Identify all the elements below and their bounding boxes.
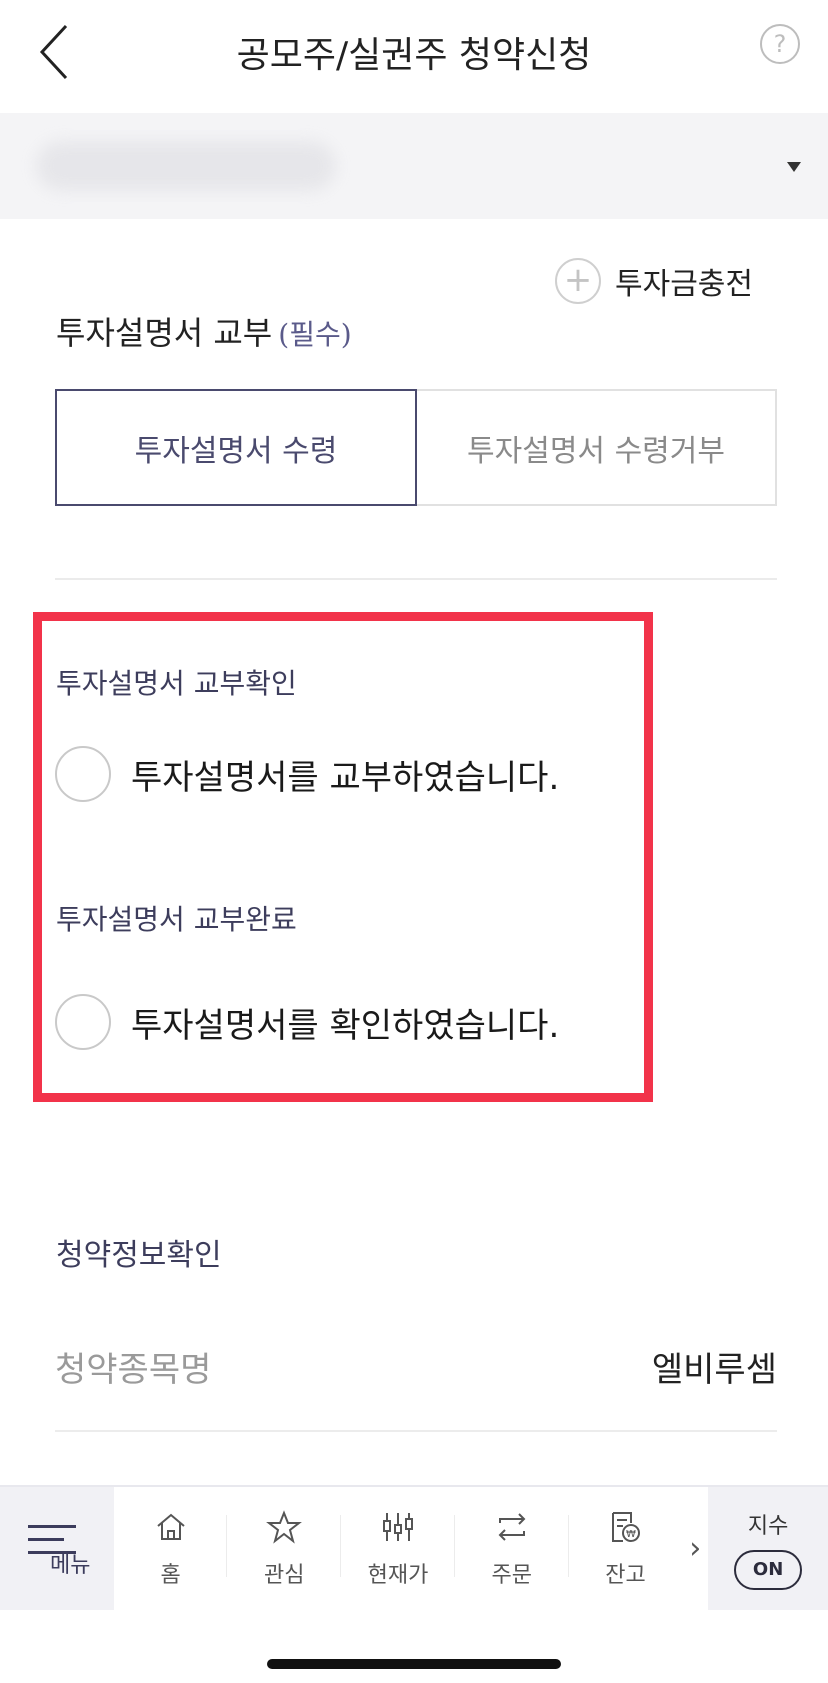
- index-label: 지수: [747, 1513, 789, 1539]
- tab-current-price[interactable]: 현재가: [341, 1487, 455, 1610]
- tab-balance-label: 잔고: [605, 1562, 646, 1588]
- tab-watchlist[interactable]: 관심: [227, 1487, 342, 1610]
- prospectus-section-title: 투자설명서 교부 (필수): [56, 308, 352, 354]
- tab-order-label: 주문: [491, 1562, 532, 1588]
- delivery-confirm-label: 투자설명서를 교부하였습니다.: [131, 757, 560, 798]
- help-icon[interactable]: ?: [760, 24, 800, 64]
- section-divider: [55, 578, 777, 580]
- info-divider: [55, 1430, 777, 1432]
- refuse-prospectus-button[interactable]: 투자설명서 수령거부: [417, 389, 777, 506]
- tab-home-label: 홈: [160, 1562, 181, 1588]
- caret-down-icon: [787, 162, 801, 172]
- bottom-tab-bar: 메뉴 홈 관심 현재가 주문 ₩ 잔고 › 지수 ON: [0, 1485, 828, 1610]
- required-label: (필수): [278, 318, 352, 351]
- balance-icon: ₩: [612, 1511, 641, 1542]
- complete-confirm-option[interactable]: 투자설명서를 확인하였습니다.: [55, 994, 559, 1050]
- swap-arrows-icon: [498, 1512, 526, 1541]
- charge-button[interactable]: + 투자금충전: [555, 256, 753, 306]
- svg-text:₩: ₩: [627, 1529, 637, 1540]
- delivery-confirm-option[interactable]: 투자설명서를 교부하였습니다.: [55, 746, 559, 802]
- info-section-title: 청약정보확인: [56, 1238, 222, 1273]
- tab-balance[interactable]: ₩ 잔고: [569, 1487, 683, 1610]
- complete-confirm-title: 투자설명서 교부완료: [56, 903, 297, 936]
- delivery-radio-button[interactable]: [55, 746, 111, 802]
- receive-prospectus-button[interactable]: 투자설명서 수령: [55, 389, 417, 506]
- charge-label: 투자금충전: [615, 267, 753, 302]
- prospectus-title: 투자설명서 교부: [56, 314, 273, 352]
- tab-home[interactable]: 홈: [114, 1487, 228, 1610]
- candlestick-icon: [383, 1512, 414, 1541]
- stock-name-row: 청약종목명 엘비루셈: [55, 1342, 777, 1391]
- plus-circle-icon: +: [555, 258, 601, 304]
- tab-current-price-label: 현재가: [367, 1562, 429, 1588]
- home-indicator: [267, 1659, 561, 1669]
- chevron-right-icon[interactable]: ›: [682, 1487, 708, 1610]
- star-icon: [266, 1509, 303, 1544]
- app-header: 공모주/실권주 청약신청 ?: [0, 0, 828, 113]
- stock-name-label: 청약종목명: [55, 1350, 212, 1390]
- tab-order[interactable]: 주문: [455, 1487, 569, 1610]
- menu-button[interactable]: 메뉴: [0, 1487, 114, 1610]
- home-icon: [156, 1513, 185, 1540]
- account-selector[interactable]: [0, 113, 828, 219]
- account-number-blurred: [36, 141, 336, 191]
- page-title: 공모주/실권주 청약신청: [236, 35, 592, 76]
- tab-watchlist-label: 관심: [264, 1562, 305, 1588]
- index-on-badge[interactable]: ON: [734, 1549, 803, 1590]
- menu-label: 메뉴: [50, 1553, 91, 1578]
- complete-radio-button[interactable]: [55, 994, 111, 1050]
- delivery-confirm-title: 투자설명서 교부확인: [56, 667, 297, 700]
- index-toggle[interactable]: 지수 ON: [708, 1487, 828, 1610]
- prospectus-segmented-control: 투자설명서 수령 투자설명서 수령거부: [55, 389, 777, 506]
- stock-name-value: 엘비루셈: [651, 1350, 777, 1390]
- complete-confirm-label: 투자설명서를 확인하였습니다.: [131, 1005, 560, 1046]
